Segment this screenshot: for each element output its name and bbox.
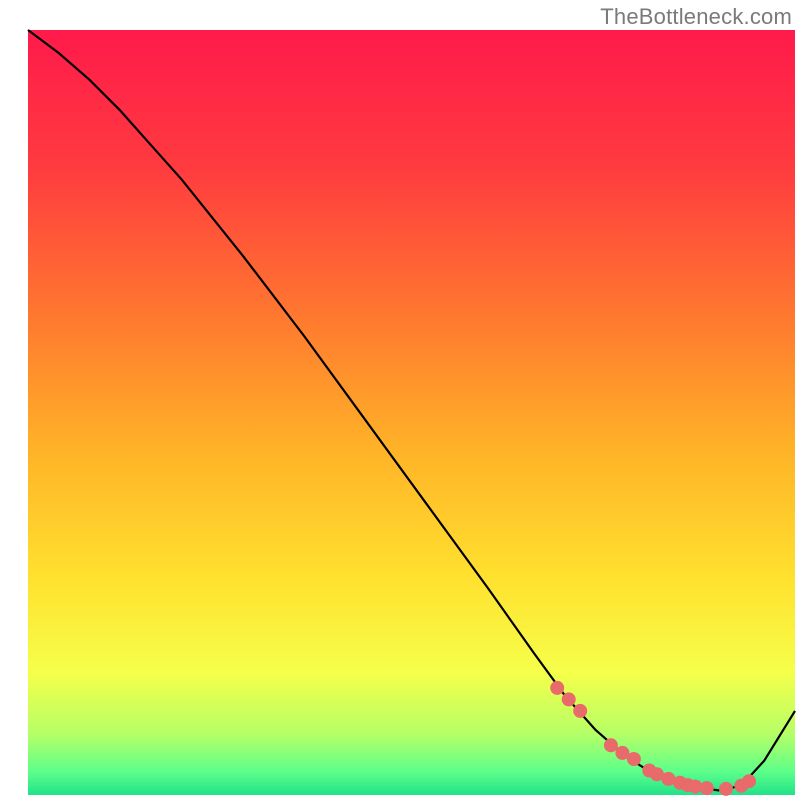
chart-container: TheBottleneck.com xyxy=(0,0,800,800)
marker-dot xyxy=(700,781,714,795)
marker-dot xyxy=(562,692,576,706)
attribution-label: TheBottleneck.com xyxy=(600,4,792,30)
marker-dot xyxy=(742,774,756,788)
plot-background xyxy=(28,30,795,795)
marker-dot xyxy=(573,704,587,718)
marker-dot xyxy=(627,752,641,766)
marker-dot xyxy=(604,738,618,752)
bottleneck-chart xyxy=(0,0,800,800)
marker-dot xyxy=(550,681,564,695)
marker-dot xyxy=(719,782,733,796)
